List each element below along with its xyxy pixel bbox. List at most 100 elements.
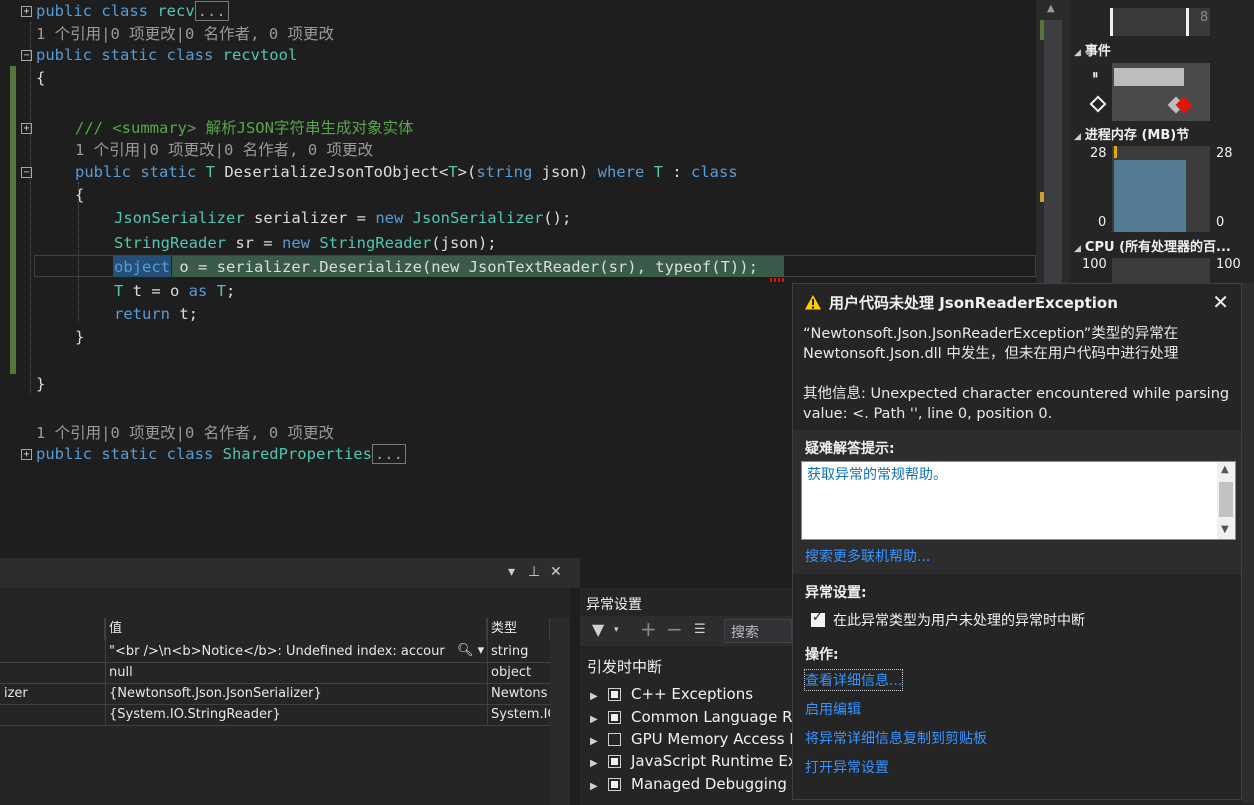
open-exception-settings-link[interactable]: 打开异常设置 [805,757,889,777]
close-icon[interactable]: ✕ [1212,290,1229,314]
code-token: JsonSerializer [114,209,245,227]
exception-category-item[interactable]: ▶ JavaScript Runtime Exc [590,750,805,772]
break-on-user-unhandled-checkbox[interactable]: 在此异常类型为用户未处理的异常时中断 [811,610,1085,630]
code-token: SharedProperties [222,445,372,463]
memory-axis-max: 28 [1090,146,1107,161]
cpu-axis-max: 100 [1082,257,1107,272]
column-header-name[interactable] [0,618,105,640]
code-token: t = o [123,282,189,300]
collapsed-region-ellipsis[interactable]: ... [371,444,406,464]
remove-icon[interactable]: − [666,617,683,641]
change-indicator-bar [10,66,16,374]
timeline-marker [1186,8,1189,36]
exception-settings-label: 异常设置: [805,585,867,601]
pin-icon[interactable]: ⊥ [528,564,540,580]
column-header-type[interactable]: 类型 [487,618,550,640]
locals-cell-type[interactable]: System.IO [487,705,550,725]
exception-checkbox[interactable] [608,755,621,768]
scroll-up-icon[interactable]: ▲ [1221,464,1229,475]
exception-category-label: Common Language Ru [631,708,802,726]
code-text: } [36,373,45,396]
exception-checkbox[interactable] [608,733,621,746]
locals-window-titlebar: ▾ ⊥ ✕ [0,558,580,588]
view-details-link[interactable]: 查看详细信息... [803,669,904,691]
cpu-header[interactable]: ◢ CPU (所有处理器的百... [1074,236,1231,255]
code-lens-text[interactable]: 1 个引用|0 项更改|0 名作者, 0 项更改 [75,141,373,159]
column-header-value[interactable]: 值 [105,618,487,640]
code-token: (); [543,209,572,227]
exception-category-item[interactable]: ▶ Common Language Ru [590,706,801,728]
exception-category-item[interactable]: ▶ C++ Exceptions [590,683,753,705]
code-lens-text[interactable]: 1 个引用|0 项更改|0 名作者, 0 项更改 [36,25,334,43]
code-token: StringReader [319,234,432,252]
error-squiggle [770,278,784,282]
code-text: object o = serializer.Deserialize(new Js… [114,256,758,279]
locals-cell-value[interactable]: {System.IO.StringReader} [105,705,487,725]
add-icon[interactable]: + [640,617,657,641]
exception-checkbox[interactable] [608,711,621,724]
locals-cell-name[interactable] [0,642,105,662]
locals-cell-value[interactable]: null [105,663,487,683]
checkbox-checked-icon[interactable] [811,610,825,627]
locals-cell-type[interactable]: string [487,642,550,662]
close-icon[interactable]: ✕ [550,564,562,580]
expand-arrow-icon[interactable]: ▶ [590,686,602,708]
expand-arrow-icon[interactable]: ▶ [590,776,602,798]
window-menu-icon[interactable]: ▾ [508,564,515,580]
indent-guide [30,22,31,394]
code-lens-text[interactable]: 1 个引用|0 项更改|0 名作者, 0 项更改 [36,424,334,442]
search-input[interactable]: 搜索 [724,619,792,643]
tips-scrollbar-thumb[interactable] [1219,482,1233,517]
exception-checkbox[interactable] [608,688,621,701]
collapse-icon[interactable]: − [21,50,32,61]
scroll-up-arrow-icon[interactable]: ▲ [1047,3,1055,14]
process-memory-header[interactable]: ◢ 进程内存 (MB)节 [1074,124,1189,143]
exception-category-item[interactable]: ▶ GPU Memory Access E [590,728,799,750]
search-more-online-link[interactable]: 搜索更多联机帮助... [805,546,930,566]
exception-message-line: “Newtonsoft.Json.JsonReaderException”类型的… [803,326,1179,342]
filter-icon[interactable]: ▼ [592,620,604,639]
exception-checkbox[interactable] [608,778,621,791]
general-help-link[interactable]: 获取异常的常规帮助。 [807,464,947,484]
additional-info-line: 其他信息: Unexpected character encountered w… [803,386,1230,402]
code-token: json) [532,163,598,181]
expand-icon[interactable]: + [21,123,32,134]
copy-details-link[interactable]: 将异常详细信息复制到剪贴板 [805,728,987,748]
code-text: { [75,184,84,207]
code-token: object [114,258,170,276]
locals-cell-name[interactable] [0,663,105,683]
code-text: public static class recvtool [36,44,297,67]
expand-icon[interactable]: + [21,6,32,17]
scroll-down-icon[interactable]: ▼ [1221,524,1229,535]
enable-editing-link[interactable]: 启用编辑 [805,699,861,719]
change-mark [1040,192,1044,202]
events-bar [1114,68,1184,86]
locals-cell-type[interactable]: Newtons [487,684,550,704]
scrollbar-thumb[interactable] [1044,20,1062,300]
locals-cell-type[interactable]: object [487,663,550,683]
tips-scrollbar[interactable]: ▲ ▼ [1217,462,1235,539]
additional-info-line: value: <. Path '', line 0, position 0. [803,406,1053,422]
exception-settings-title: 异常设置 [586,597,642,613]
expand-icon[interactable]: + [21,449,32,460]
memory-fill [1114,160,1186,232]
locals-cell-name[interactable]: izer [0,684,105,704]
troubleshooting-tips-box[interactable]: 获取异常的常规帮助。 ▲ ▼ [801,461,1236,540]
locals-cell-value[interactable]: "<br />\n<b>Notice</b>: Undefined index:… [105,642,487,662]
collapsed-region-ellipsis[interactable]: ... [194,1,229,21]
code-token: : [662,163,691,181]
events-header[interactable]: ◢ 事件 [1074,40,1111,59]
locals-cell-name[interactable] [0,705,105,725]
filter-dropdown-icon[interactable]: ▾ [614,625,619,635]
code-text: /// <summary> 解析JSON字符串生成对象实体 [75,117,413,140]
code-text: { [36,67,45,90]
list-options-icon[interactable]: ☰ [694,622,706,637]
code-token: T [448,163,458,181]
collapse-icon[interactable]: − [21,167,32,178]
code-text: public static T DeserializeJsonToObject<… [75,161,738,184]
change-mark [1040,20,1044,40]
text-visualizer-icon[interactable]: 🔍︎ ▾ [457,643,484,658]
expand-arrow-icon[interactable]: ▶ [590,753,602,775]
locals-vertical-scrollbar[interactable] [550,618,570,805]
locals-cell-value[interactable]: {Newtonsoft.Json.JsonSerializer} [105,684,487,704]
